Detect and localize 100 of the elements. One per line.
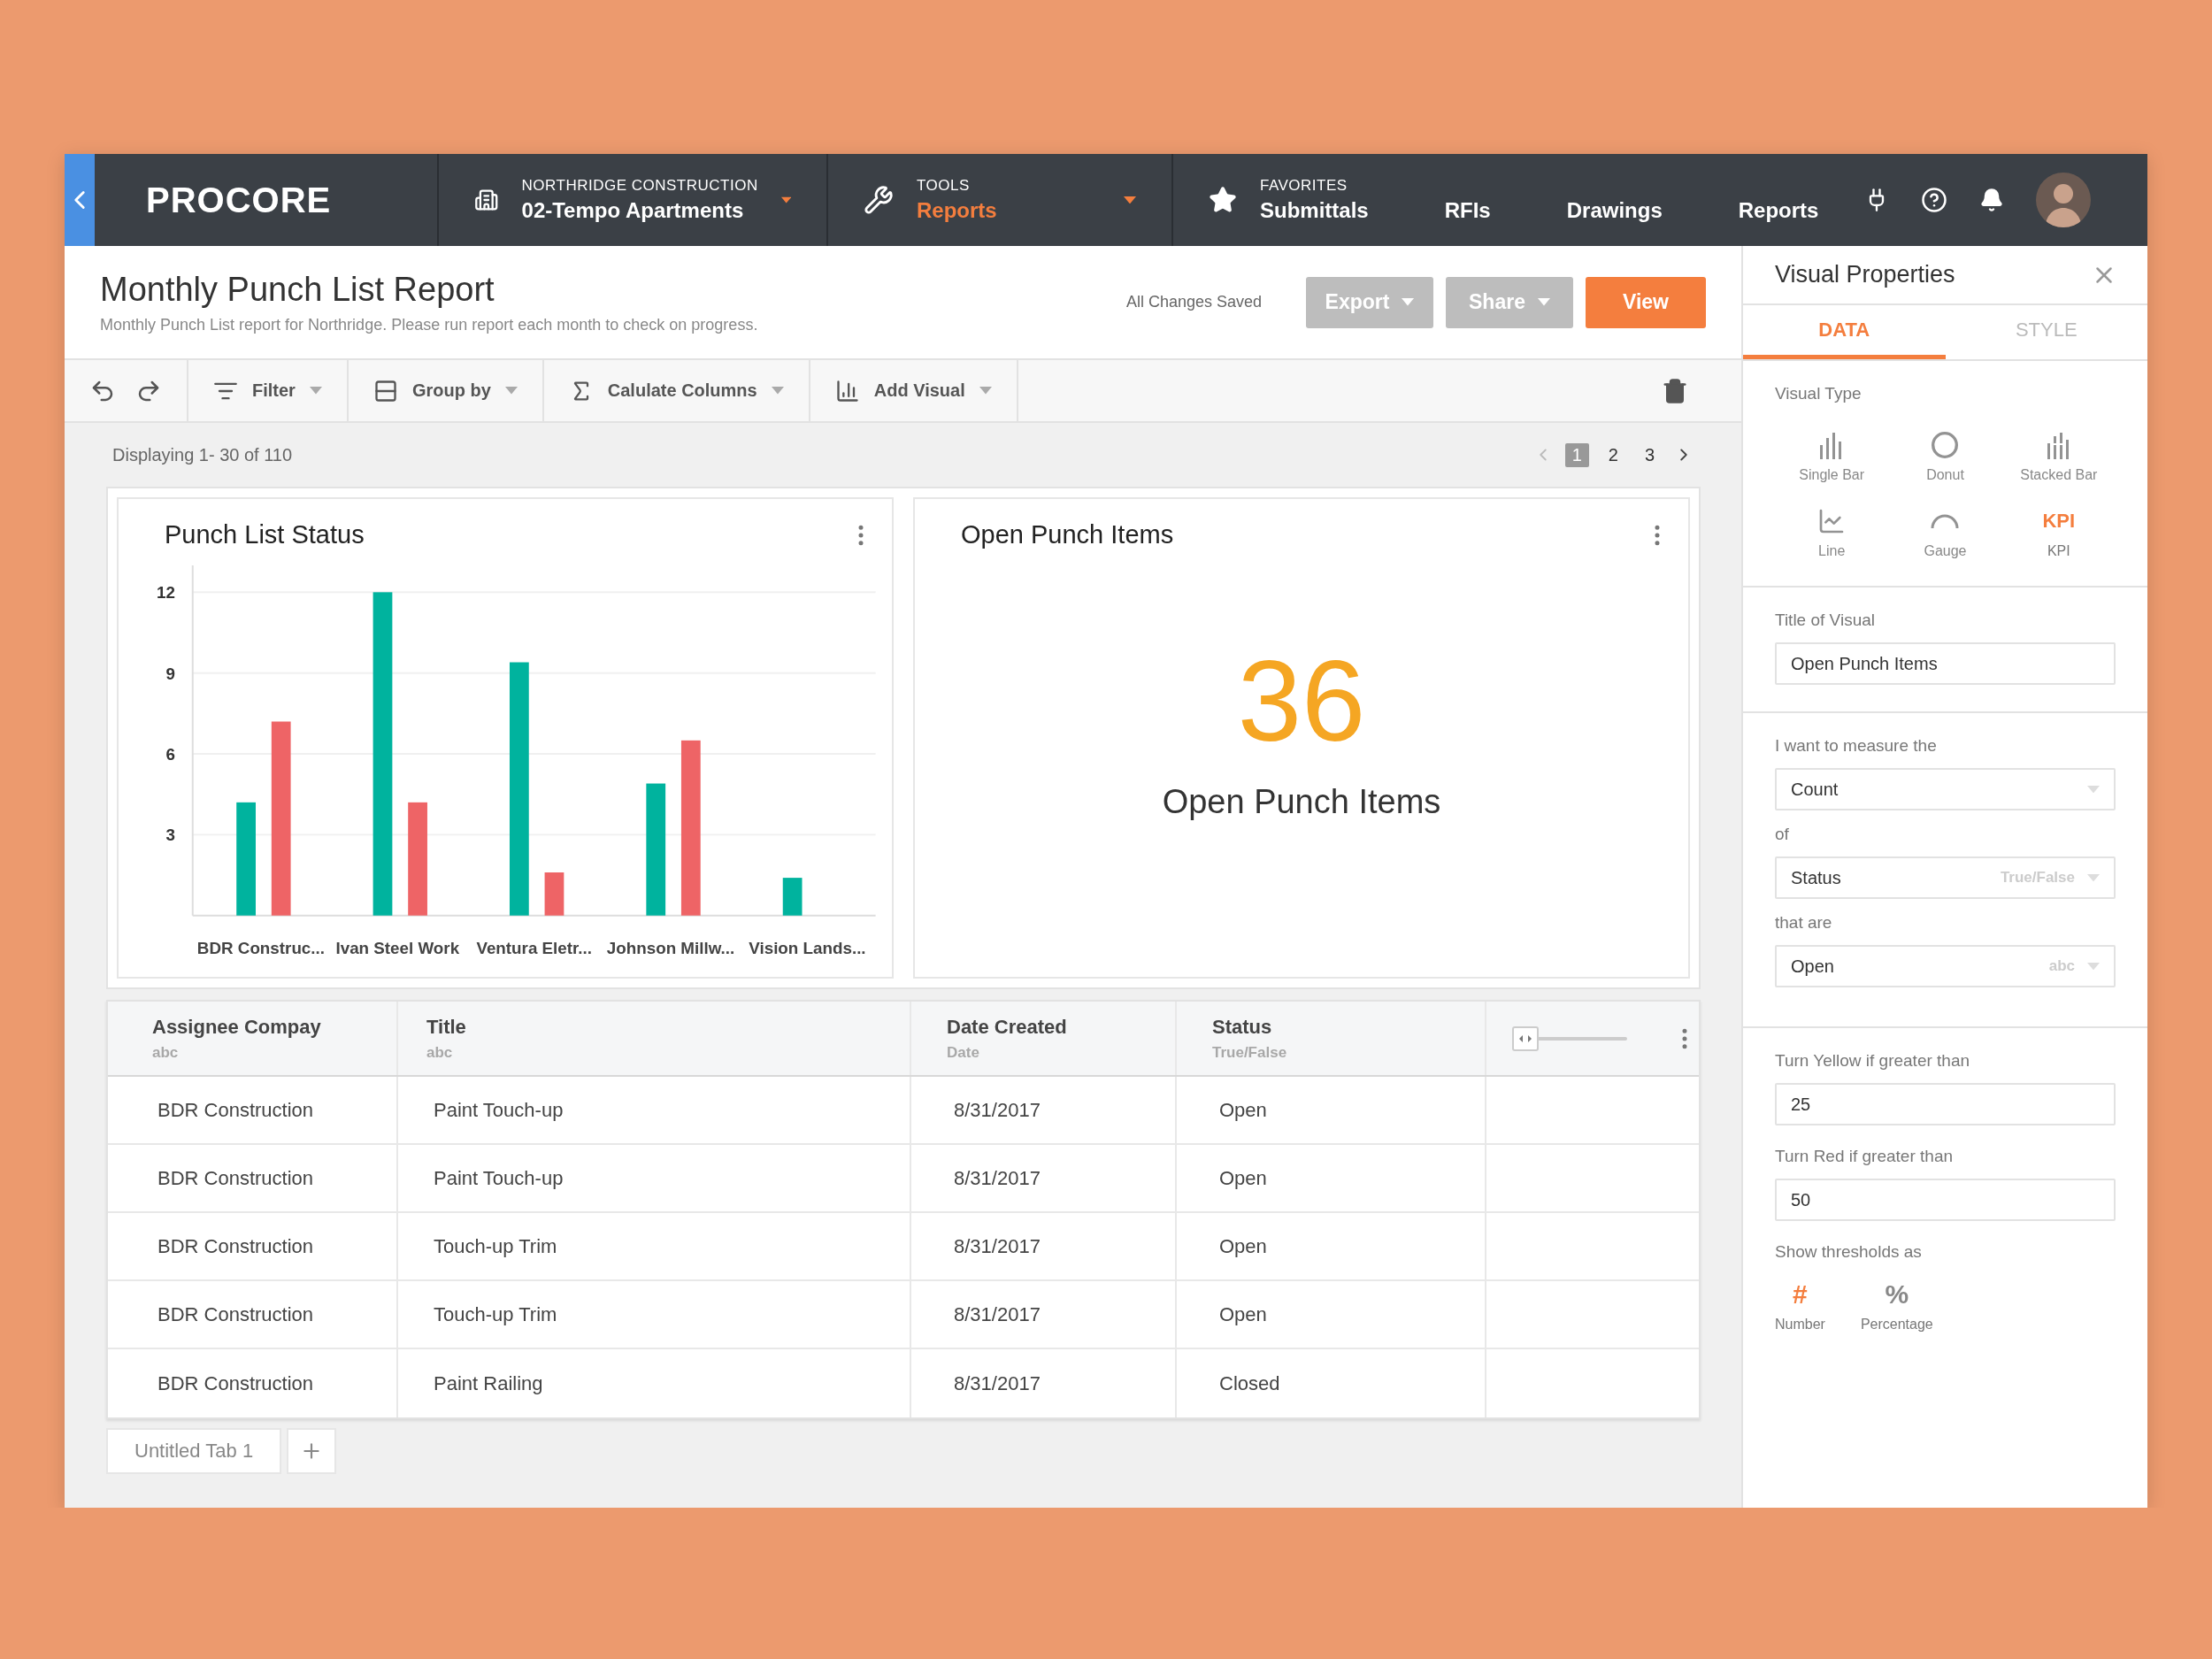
table-cell-text: Closed [1219,1371,1281,1395]
field-label: Turn Red if greater than [1775,1147,1954,1166]
column-header[interactable]: Title [426,1015,910,1039]
table-cell-text: Open [1219,1098,1268,1122]
trash-icon[interactable] [1662,377,1688,404]
table-cell-text: 8/31/2017 [954,1234,1041,1258]
bar [544,872,565,916]
caret-icon [309,387,322,395]
category-label: Vision Lands... [749,939,866,958]
field-label: Turn Yellow if greater than [1775,1051,1971,1071]
slider-handle[interactable] [1512,1025,1539,1051]
favorite-link[interactable]: Submittals [1260,198,1369,223]
visual-type-option[interactable]: KPI KPI [2001,506,2116,559]
table-cell-text: BDR Construction [157,1234,315,1258]
project-label: NORTHRIDGE CONSTRUCTION [521,177,758,195]
donut-icon [1931,431,1960,459]
notification-icon[interactable] [1979,188,2005,212]
table-cell-text: Open [1219,1302,1268,1326]
toolbar-button[interactable]: Add Visual [810,360,1018,421]
save-status: All Changes Saved [1125,293,1262,311]
category-label: Johnson Millw... [606,939,735,958]
table-cell-text: 8/31/2017 [954,1302,1041,1326]
table-cell-text: Paint Touch-up [434,1098,565,1122]
table-cell-text: BDR Construction [157,1371,315,1395]
caret-icon [771,387,784,395]
tick-label: 3 [165,826,175,845]
table-cell-text: 8/31/2017 [954,1166,1041,1190]
visual-type-option[interactable]: Single Bar [1775,430,1889,483]
column-header[interactable]: Assignee Compay [152,1015,396,1039]
add-tab-button[interactable] [287,1428,337,1474]
category-label: Ventura Eletr... [476,939,592,958]
visual-type-option[interactable]: Gauge [1888,506,2002,559]
dropdown-caret-icon[interactable] [1124,196,1136,204]
column-type: True/False [1212,1043,1287,1062]
card-title: Open Punch Items [961,520,1174,549]
panel-title: Visual Properties [1775,261,1955,288]
favorites-label: FAVORITES [1260,177,1348,195]
logo: PROCORE [146,180,332,220]
category-label: BDR Construc... [196,939,325,958]
caret-icon [2087,785,2100,794]
category-label: Ivan Steel Work [335,939,460,958]
bar-chart-icon [834,378,860,403]
column-header[interactable]: Status [1212,1015,1485,1039]
table-cell-text: Paint Railing [434,1371,544,1395]
favorite-link[interactable]: Drawings [1566,198,1663,223]
star-icon [1209,186,1237,214]
tick-label: 12 [157,583,175,603]
sheet-tab[interactable]: Untitled Tab 1 [106,1428,282,1474]
visual-type-option[interactable]: Stacked Bar [2001,430,2116,483]
page-button[interactable]: 2 [1601,442,1625,467]
visual-type-option[interactable]: Donut [1888,430,2002,483]
visual-type-option[interactable]: Line [1775,506,1889,559]
caret-icon [979,387,992,395]
field-label: of [1775,825,1790,844]
caret-icon [1537,298,1550,306]
title-input[interactable]: Open Punch Items [1775,642,2116,685]
field-label: I want to measure the [1775,736,1938,756]
row-count: Displaying 1- 30 of 110 [112,444,293,465]
table-cell-text: Touch-up Trim [434,1234,558,1258]
table-cell-text: Paint Touch-up [434,1166,565,1190]
threshold-option[interactable]: % Percentage [1860,1279,1933,1333]
column-type: abc [426,1043,453,1062]
threshold-input[interactable]: 50 [1775,1179,2116,1221]
help-icon[interactable] [1921,187,1948,213]
table-cell-text: BDR Construction [157,1302,315,1326]
favorite-link[interactable]: RFIs [1444,198,1491,223]
dropdown-caret-icon[interactable] [780,196,791,204]
column-header[interactable]: Date Created [947,1015,1175,1039]
caret-icon [1402,298,1415,306]
caret-icon [504,387,518,395]
toolbar-button[interactable]: Calulate Columns [543,360,810,421]
page-button[interactable]: 3 [1637,442,1662,467]
report-title: Monthly Punch List Report [100,270,495,309]
rows-icon [373,378,398,403]
field-label: Title of Visual [1775,611,1876,630]
gauge-icon [1930,512,1961,530]
project-name[interactable]: 02-Tempo Apartments [521,198,758,223]
tools-icon [864,185,894,215]
field-label: that are [1775,913,1833,933]
measure-select[interactable]: Count [1775,768,2116,810]
tools-current[interactable]: Reports [917,198,1101,223]
caret-icon [2087,962,2100,971]
kpi-value: 36 [1237,643,1366,758]
threshold-option[interactable]: # Number [1775,1279,1825,1333]
threshold-input[interactable]: 25 [1775,1083,2116,1125]
field-label: Show thresholds as [1775,1242,1923,1262]
table-cell-text: 8/31/2017 [954,1098,1041,1122]
card-title: Punch List Status [165,520,365,549]
tools-label: TOOLS [917,177,971,195]
toolbar-button[interactable]: Filter [188,360,349,421]
favorite-link[interactable]: Reports [1738,198,1819,223]
toolbar-button[interactable]: Group by [348,360,544,421]
table-cell-text: BDR Construction [157,1098,315,1122]
column-type: abc [152,1043,179,1062]
bar [782,878,803,916]
column-type: Date [947,1043,979,1062]
back-button[interactable] [65,154,95,246]
table-cell-text: 8/31/2017 [954,1371,1041,1395]
tick-label: 6 [165,744,175,764]
caret-icon [2087,873,2100,882]
